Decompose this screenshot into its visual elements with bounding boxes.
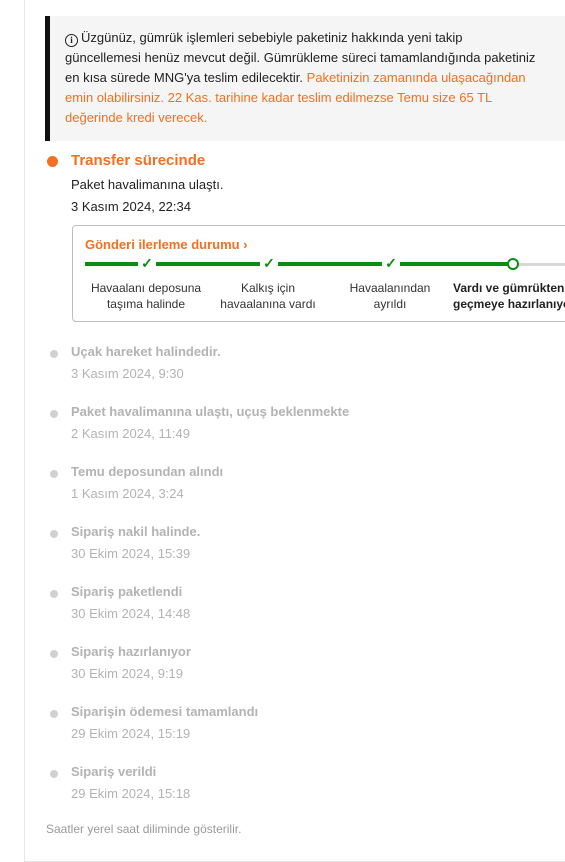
history-dot [50, 410, 58, 418]
stage-3: Havaalanından ayrıldı [331, 280, 449, 312]
history-time: 30 Ekim 2024, 14:48 [71, 606, 191, 621]
notice-text-3: en kısa sürede MNG'ya teslim edilecektir… [65, 70, 304, 85]
stage-1-line-1: Havaalanı deposuna [90, 281, 202, 295]
chevron-right-icon: › [243, 237, 248, 252]
info-icon: i [65, 34, 78, 47]
customs-notice: i Üzgünüz, gümrük işlemleri sebebiyle pak… [45, 16, 565, 141]
notice-line-1: i Üzgünüz, gümrük işlemleri sebebiyle pak… [65, 28, 565, 48]
history-time: 1 Kasım 2024, 3:24 [71, 486, 184, 501]
history-item: Siparişin ödemesi tamamlandı 29 Ekim 202… [0, 704, 565, 754]
stage-1: Havaalanı deposuna taşıma halinde [87, 280, 205, 312]
current-status-title: Transfer sürecinde [71, 152, 206, 169]
history-title: Sipariş verildi [71, 764, 157, 779]
stage-4-line-2: geçmeye hazırlanıyor [453, 297, 565, 311]
stage-2-line-2: havaalanına vardı [220, 297, 316, 311]
history-time: 29 Ekim 2024, 15:19 [71, 726, 191, 741]
stage-4-line-1: Vardı ve gümrükten [453, 281, 565, 295]
history-dot [50, 650, 58, 658]
current-status-time: 3 Kasım 2024, 22:34 [71, 199, 191, 214]
history-time: 2 Kasım 2024, 11:49 [71, 426, 191, 441]
history-item: Paket havalimanına ulaştı, uçuş beklenme… [0, 404, 565, 454]
progress-title[interactable]: Gönderi ilerleme durumu [85, 237, 240, 252]
current-status-dot [47, 156, 58, 167]
history-dot [50, 350, 58, 358]
history-title: Sipariş hazırlanıyor [71, 644, 191, 659]
history-title: Sipariş nakil halinde. [71, 524, 201, 539]
history-title: Siparişin ödemesi tamamlandı [71, 704, 259, 719]
history-item: Sipariş paketlendi 30 Ekim 2024, 14:48 [0, 584, 565, 634]
stage-2-line-1: Kalkış için [240, 281, 296, 295]
check-icon: ✓ [138, 254, 156, 272]
notice-guarantee-text: Paketinizin zamanında ulaşacağından [306, 70, 526, 85]
history-item: Sipariş verildi 29 Ekim 2024, 15:18 [0, 764, 565, 814]
history-time: 30 Ekim 2024, 15:39 [71, 546, 191, 561]
stage-1-line-2: taşıma halinde [106, 297, 186, 311]
history-item: Uçak hareket halindedir. 3 Kasım 2024, 9… [0, 344, 565, 394]
current-status-description: Paket havalimanına ulaştı. [71, 177, 224, 192]
notice-line-3: en kısa sürede MNG'ya teslim edilecektir… [65, 68, 565, 88]
history-title: Temu deposundan alındı [71, 464, 224, 479]
history-dot [50, 530, 58, 538]
history-dot [50, 470, 58, 478]
check-icon: ✓ [260, 254, 278, 272]
history-time: 3 Kasım 2024, 9:30 [71, 366, 184, 381]
stage-2: Kalkış için havaalanına vardı [209, 280, 327, 312]
history-title: Uçak hareket halindedir. [71, 344, 221, 359]
history-item: Temu deposundan alındı 1 Kasım 2024, 3:2… [0, 464, 565, 514]
notice-text-1: Üzgünüz, gümrük işlemleri sebebiyle pake… [81, 30, 463, 45]
history-title: Sipariş paketlendi [71, 584, 183, 599]
stage-4: Vardı ve gümrükten geçmeye hazırlanıyor [453, 280, 565, 312]
history-item: Sipariş hazırlanıyor 30 Ekim 2024, 9:19 [0, 644, 565, 694]
stage-3-line-2: ayrıldı [373, 297, 407, 311]
timezone-note: Saatler yerel saat diliminde gösterilir. [46, 822, 242, 836]
check-icon: ✓ [382, 254, 400, 272]
history-dot [50, 590, 58, 598]
current-stage-marker [507, 258, 519, 270]
history-item: Sipariş nakil halinde. 30 Ekim 2024, 15:… [0, 524, 565, 574]
progress-link[interactable]: Gönderi ilerleme durumu › [85, 237, 248, 252]
history-dot [50, 770, 58, 778]
progress-bar-remaining [513, 263, 565, 266]
shipment-progress-card: Gönderi ilerleme durumu › ✓ ✓ ✓ Havaalan… [72, 225, 565, 322]
history-dot [50, 710, 58, 718]
history-time: 29 Ekim 2024, 15:18 [71, 786, 191, 801]
stage-3-line-1: Havaalanından [349, 281, 431, 295]
notice-line-2: güncellemesi henüz mevcut değil. Gümrükl… [65, 50, 536, 65]
notice-line-5: değerinde kredi verecek. [65, 110, 208, 125]
notice-line-4: emin olabilirsiniz. 22 Kas. tarihine kad… [65, 90, 493, 105]
history-time: 30 Ekim 2024, 9:19 [71, 666, 184, 681]
history-title: Paket havalimanına ulaştı, uçuş beklenme… [71, 404, 350, 419]
